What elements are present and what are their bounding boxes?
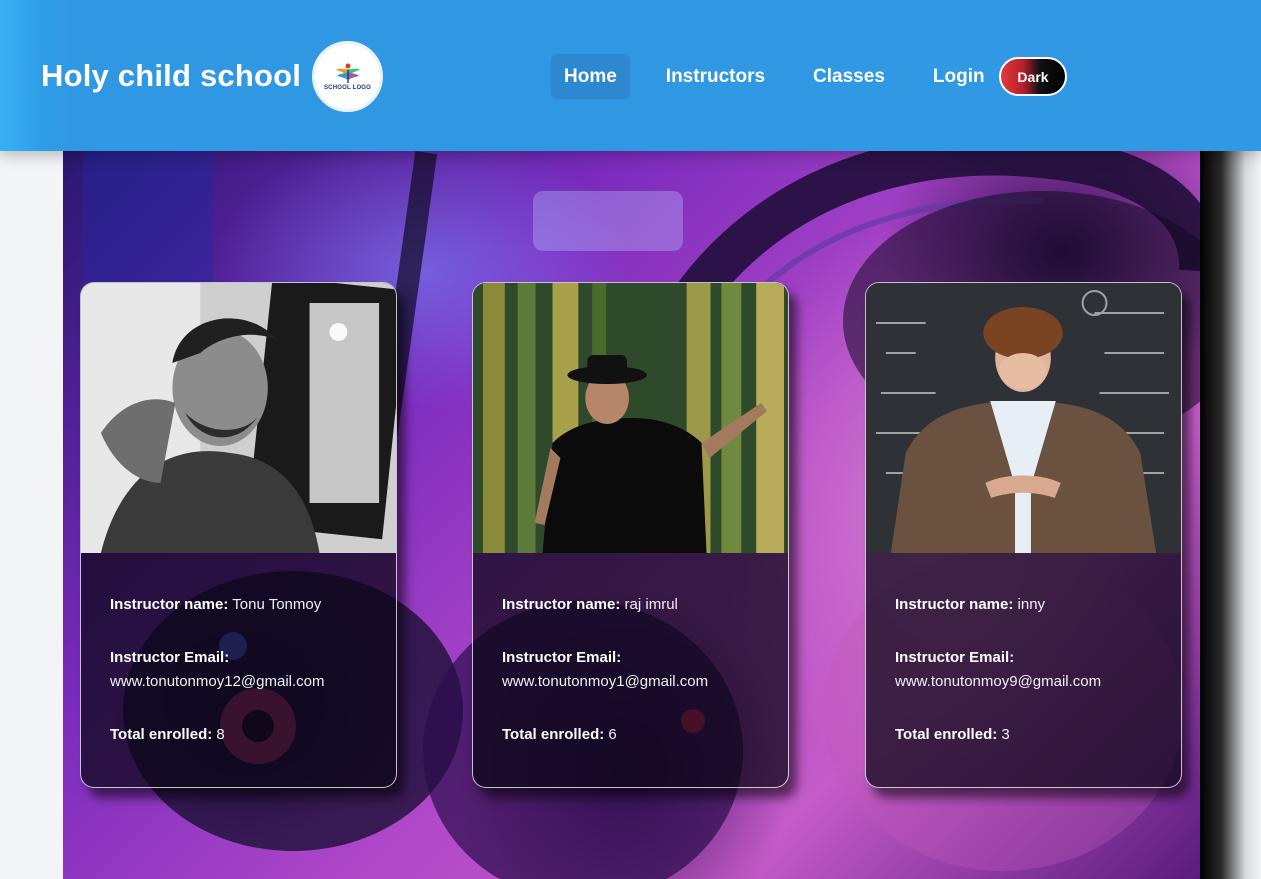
- instructor-card[interactable]: Instructor name: Tonu Tonmoy Instructor …: [80, 282, 397, 788]
- email-label: Instructor Email:: [895, 649, 1015, 666]
- instructor-email-row: Instructor Email: www.tonutonmoy1@gmail.…: [502, 646, 788, 694]
- total-enrolled-row: Total enrolled: 8: [110, 723, 396, 747]
- instructor-name-row: Instructor name: Tonu Tonmoy: [110, 593, 396, 617]
- nav-login[interactable]: Login: [920, 54, 998, 99]
- nav-classes[interactable]: Classes: [800, 54, 898, 99]
- total-enrolled-row: Total enrolled: 3: [895, 723, 1181, 747]
- instructor-photo: [866, 283, 1181, 553]
- main-nav: Home Instructors Classes Login: [551, 54, 998, 99]
- instructor-photo: [81, 283, 396, 553]
- name-label: Instructor name:: [110, 596, 229, 613]
- instructor-email: www.tonutonmoy12@gmail.com: [110, 673, 325, 690]
- instructor-card[interactable]: Instructor name: inny Instructor Email: …: [865, 282, 1182, 788]
- name-label: Instructor name:: [895, 596, 1014, 613]
- instructor-email-row: Instructor Email: www.tonutonmoy12@gmail…: [110, 646, 396, 694]
- instructor-email-row: Instructor Email: www.tonutonmoy9@gmail.…: [895, 646, 1181, 694]
- card-body: Instructor name: Tonu Tonmoy Instructor …: [81, 553, 396, 747]
- instructor-name-row: Instructor name: raj imrul: [502, 593, 788, 617]
- card-body: Instructor name: inny Instructor Email: …: [866, 553, 1181, 747]
- enrolled-label: Total enrolled:: [502, 726, 605, 743]
- nav-instructors[interactable]: Instructors: [653, 54, 778, 99]
- instructor-name: raj imrul: [624, 596, 678, 613]
- instructor-email: www.tonutonmoy1@gmail.com: [502, 673, 709, 690]
- nav-home[interactable]: Home: [551, 54, 630, 99]
- instructor-name: inny: [1017, 596, 1046, 613]
- instructor-card[interactable]: Instructor name: raj imrul Instructor Em…: [472, 282, 789, 788]
- theme-toggle-button[interactable]: Dark: [999, 57, 1067, 96]
- site-title[interactable]: Holy child school: [41, 58, 301, 94]
- email-label: Instructor Email:: [110, 649, 230, 666]
- enrolled-label: Total enrolled:: [110, 726, 213, 743]
- total-enrolled: 3: [1001, 726, 1010, 743]
- email-label: Instructor Email:: [502, 649, 622, 666]
- instructor-email: www.tonutonmoy9@gmail.com: [895, 673, 1102, 690]
- instructor-name-row: Instructor name: inny: [895, 593, 1181, 617]
- enrolled-label: Total enrolled:: [895, 726, 998, 743]
- logo-text: SCHOOL LOGO: [323, 85, 372, 91]
- hero-right-shadow: [1200, 151, 1261, 879]
- school-logo-icon: [335, 63, 360, 83]
- instructor-name: Tonu Tonmoy: [232, 596, 322, 613]
- card-body: Instructor name: raj imrul Instructor Em…: [473, 553, 788, 747]
- total-enrolled: 6: [608, 726, 617, 743]
- instructor-photo: [473, 283, 788, 553]
- total-enrolled-row: Total enrolled: 6: [502, 723, 788, 747]
- total-enrolled: 8: [216, 726, 225, 743]
- school-logo[interactable]: SCHOOL LOGO: [312, 41, 383, 112]
- navbar: Holy child school SCHOOL LOGO Home Instr…: [0, 0, 1261, 151]
- name-label: Instructor name:: [502, 596, 621, 613]
- instructor-cards: Instructor name: Tonu Tonmoy Instructor …: [80, 282, 1183, 788]
